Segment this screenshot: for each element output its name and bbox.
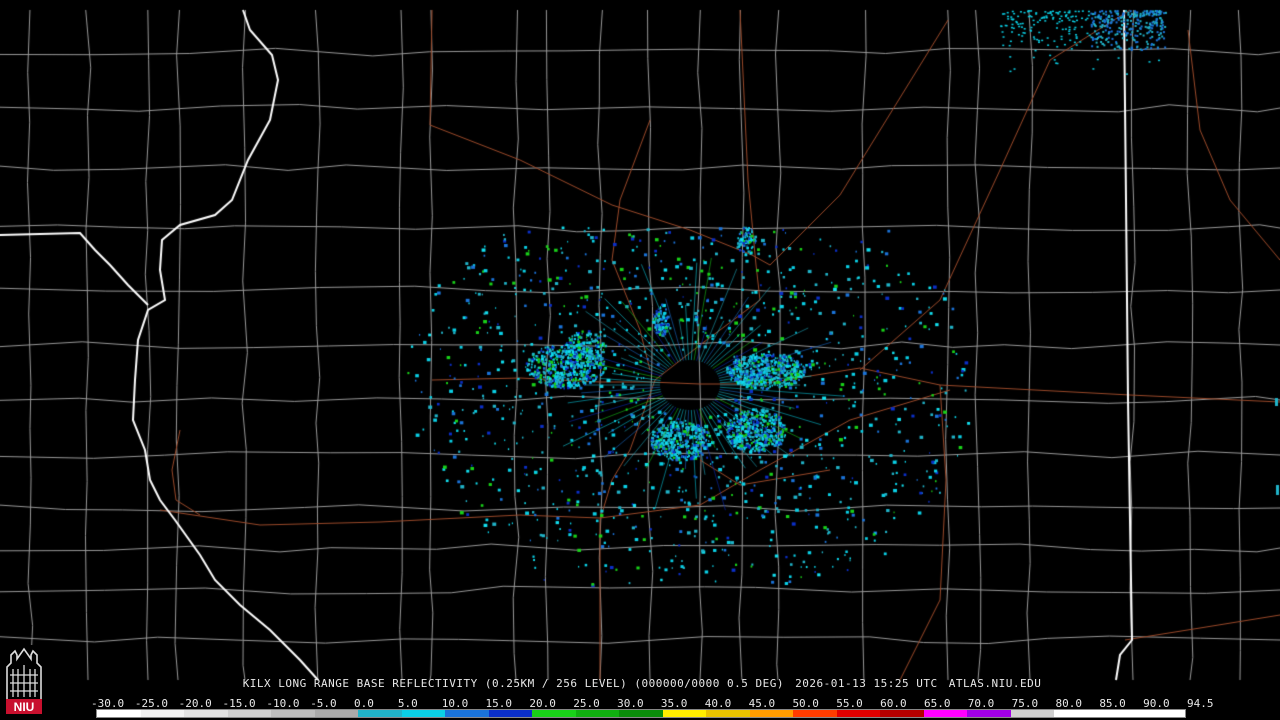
scale-color-swatch xyxy=(97,710,141,717)
reflectivity-color-bar xyxy=(96,709,1186,718)
scale-color-swatch xyxy=(836,710,881,717)
scale-color-swatch xyxy=(532,710,576,717)
niu-tower-logo-icon: NIU xyxy=(3,645,45,715)
scale-color-swatch xyxy=(271,710,315,717)
scale-color-swatch xyxy=(184,710,228,717)
scale-color-swatch xyxy=(749,710,794,717)
scale-color-swatch xyxy=(445,710,489,717)
scale-color-swatch xyxy=(967,710,1011,717)
scale-color-swatch xyxy=(314,710,359,717)
source-site-label: ATLAS.NIU.EDU xyxy=(948,677,1042,690)
scale-color-swatch xyxy=(575,710,620,717)
scale-color-swatch xyxy=(401,710,446,717)
scale-color-swatch xyxy=(923,710,968,717)
radar-timestamp: 2026-01-13 15:25 UTC xyxy=(795,677,938,690)
scale-tick-label: 94.5 xyxy=(1187,697,1214,710)
scale-color-swatch xyxy=(706,710,750,717)
scale-color-swatch xyxy=(1097,710,1142,717)
scale-color-swatch xyxy=(619,710,663,717)
scale-color-swatch xyxy=(140,710,185,717)
scale-color-swatch xyxy=(662,710,707,717)
scale-color-swatch xyxy=(358,710,402,717)
scale-color-swatch xyxy=(1141,710,1185,717)
scale-color-swatch xyxy=(488,710,533,717)
scale-color-swatch xyxy=(1010,710,1055,717)
reflectivity-scale-labels: -30.0 -25.0 -20.0 -15.0 -10.0 -5.0 0.0 5.0 10.0 1… xyxy=(91,697,1214,710)
scale-color-swatch xyxy=(227,710,272,717)
scale-color-swatch xyxy=(1054,710,1098,717)
scale-color-swatch xyxy=(880,710,924,717)
radar-caption: KILX LONG RANGE BASE REFLECTIVITY (0.25K… xyxy=(0,677,1280,691)
niu-logo-text: NIU xyxy=(14,700,35,714)
radar-product-label: KILX LONG RANGE BASE REFLECTIVITY (0.25K… xyxy=(242,677,785,690)
radar-map-canvas xyxy=(0,0,1280,720)
scale-color-swatch xyxy=(793,710,837,717)
